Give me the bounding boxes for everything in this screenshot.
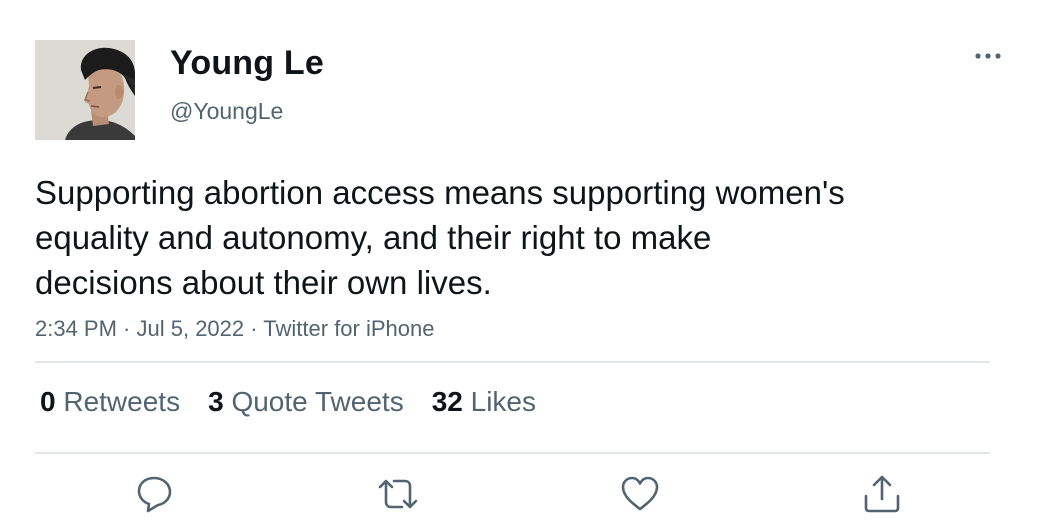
display-name[interactable]: Young Le [170,44,324,83]
meta-separator: · [116,316,137,341]
quote-tweets-count: 3 [208,386,224,417]
tweet-text-line: decisions about their own lives. [35,264,492,301]
share-icon [864,475,900,513]
heart-icon [621,476,659,511]
like-button[interactable] [618,472,662,516]
tweet-text-line: Supporting abortion access means support… [35,174,845,211]
reply-icon [137,476,172,513]
tweet-card: Young Le @YoungLe Supporting abortion ac… [0,0,1050,525]
divider [35,361,990,363]
quote-tweets-stat[interactable]: 3 Quote Tweets [208,386,404,418]
more-horizontal-icon [975,53,1001,59]
tweet-stats: 0 Retweets 3 Quote Tweets 32 Likes [40,386,564,418]
tweet-date[interactable]: Jul 5, 2022 [137,316,245,341]
share-button[interactable] [860,472,904,516]
quote-tweets-label: Quote Tweets [231,386,404,417]
user-handle[interactable]: @YoungLe [170,98,283,125]
more-options-button[interactable] [968,40,1008,70]
avatar[interactable] [35,40,135,140]
tweet-source[interactable]: Twitter for iPhone [263,316,434,341]
likes-label: Likes [470,386,537,417]
retweets-label: Retweets [63,386,181,417]
tweet-text-line: equality and autonomy, and their right t… [35,219,712,256]
tweet-text: Supporting abortion access means support… [35,170,955,305]
likes-stat[interactable]: 32 Likes [432,386,536,418]
reply-button[interactable] [134,472,178,516]
likes-count: 32 [431,386,463,417]
tweet-metadata: 2:34 PM · Jul 5, 2022 · Twitter for iPho… [35,316,434,342]
tweet-time[interactable]: 2:34 PM [35,316,117,341]
retweet-button[interactable] [376,472,420,516]
meta-separator: · [244,316,264,341]
retweets-stat[interactable]: 0 Retweets [40,386,180,418]
avatar-photo [35,40,135,140]
divider [35,452,990,454]
retweet-icon [378,479,418,509]
retweets-count: 0 [40,386,56,417]
